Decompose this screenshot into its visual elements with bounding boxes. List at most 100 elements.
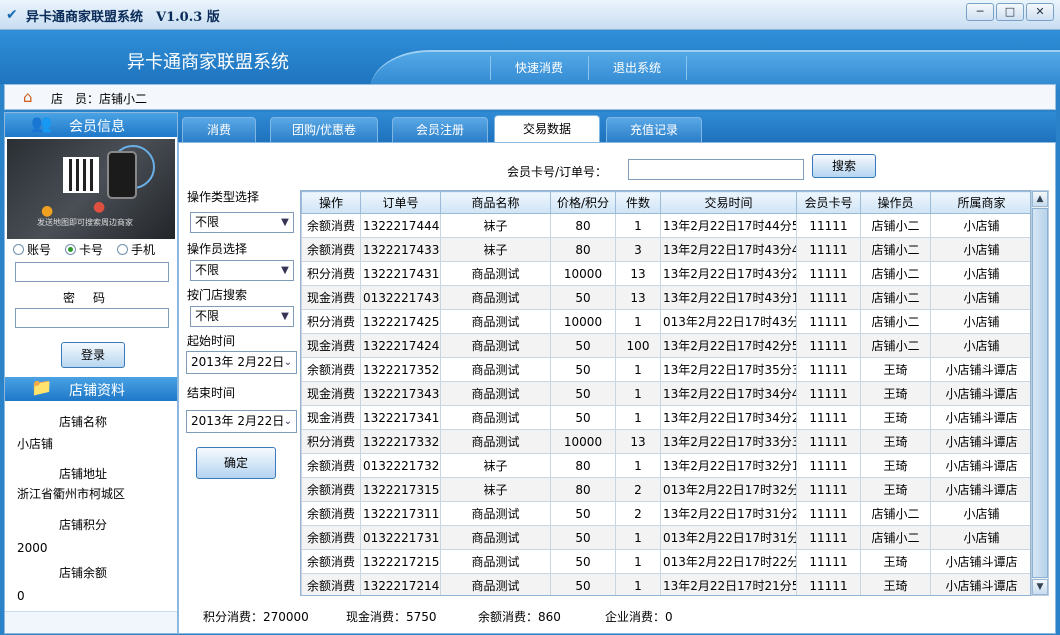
- minimize-button[interactable]: ─: [966, 3, 994, 21]
- logout-button[interactable]: 退出系统: [613, 59, 661, 76]
- home-icon[interactable]: ⌂: [23, 88, 33, 106]
- radio-dot: [117, 244, 129, 255]
- confirm-button[interactable]: 确定: [196, 447, 276, 479]
- total-points: 积分消费：270000: [203, 610, 309, 624]
- table-row[interactable]: 积分消费132221742565商品测试100001013年2月22日17时43…: [301, 309, 1030, 334]
- table-row[interactable]: 余额消费132221731178商品测试50213年2月22日17时31分211…: [301, 501, 1030, 526]
- table-cell: 13年2月22日17时43分4: [660, 237, 797, 262]
- table-cell: 积分消费: [301, 261, 361, 286]
- table-row[interactable]: 现金消费13222174243€商品测试5010013年2月22日17时42分5…: [301, 333, 1030, 358]
- table-cell: 11111: [796, 381, 861, 406]
- table-row[interactable]: 现金消费132221734177商品测试50113年2月22日17时34分211…: [301, 405, 1030, 430]
- column-header[interactable]: 交易时间: [660, 191, 797, 214]
- radio-card[interactable]: 卡号: [65, 241, 103, 258]
- table-row[interactable]: 余额消费013222173292袜子80113年2月22日17时32分11111…: [301, 453, 1030, 478]
- maximize-button[interactable]: □: [996, 3, 1024, 21]
- table-cell: 袜子: [440, 477, 551, 502]
- table-cell: 店铺小二: [860, 309, 931, 334]
- table-row[interactable]: 现金消费13222173438€商品测试50113年2月22日17时34分411…: [301, 381, 1030, 406]
- table-row[interactable]: 余额消费013222173104商品测试501013年2月22日17时31分91…: [301, 525, 1030, 550]
- table-row[interactable]: 余额消费13222174334‍2袜子80313年2月22日17时43分4111…: [301, 237, 1030, 262]
- table-cell: 余额消费: [301, 237, 361, 262]
- app-logo-icon: ✔: [6, 7, 18, 23]
- table-cell: 小店铺: [930, 525, 1030, 550]
- column-header[interactable]: 价格/积分: [550, 191, 616, 214]
- phone-icon: [107, 151, 137, 199]
- table-cell: 王琦: [860, 357, 931, 382]
- close-button[interactable]: ✕: [1026, 3, 1054, 21]
- chevron-down-icon: ⌄: [283, 357, 293, 368]
- table-row[interactable]: 余额消费13222173527€商品测试50113年2月22日17时35分311…: [301, 357, 1030, 382]
- column-header[interactable]: 操作员: [860, 191, 931, 214]
- table-cell: 80: [550, 237, 616, 262]
- table-cell: 50: [550, 333, 616, 358]
- search-input[interactable]: [628, 159, 804, 180]
- search-button[interactable]: 搜索: [812, 154, 876, 178]
- table-cell: 余额消费: [301, 501, 361, 526]
- table-cell: 1: [615, 405, 661, 430]
- table-row[interactable]: 余额消费13222172141€商品测试50113年2月22日17时21分511…: [301, 573, 1030, 595]
- tab-member-register[interactable]: 会员注册: [392, 117, 488, 142]
- qr-code-icon: [63, 157, 99, 193]
- table-row[interactable]: 积分消费132221743142商品测试100001313年2月22日17时43…: [301, 261, 1030, 286]
- op-type-select[interactable]: 不限 ▼: [190, 212, 294, 233]
- window-controls: ─ □ ✕: [964, 3, 1054, 21]
- table-scrollbar[interactable]: ▲ ▼: [1031, 190, 1049, 596]
- table-cell: 商品测试: [440, 525, 551, 550]
- table-cell: 13年2月22日17时44分51: [660, 213, 797, 238]
- tab-transactions[interactable]: 交易数据: [494, 115, 600, 142]
- column-header[interactable]: 会员卡号: [796, 191, 861, 214]
- column-header[interactable]: 所属商家: [930, 191, 1030, 214]
- table-row[interactable]: 余额消费13222172156‍2商品测试501013年2月22日17时22分5…: [301, 549, 1030, 574]
- password-input[interactable]: [15, 308, 169, 328]
- tab-groupbuy[interactable]: 团购/优惠卷: [270, 117, 378, 142]
- header-divider: [490, 56, 491, 80]
- table-cell: 013年2月22日17时31分9: [660, 525, 797, 550]
- table-cell: 小店铺: [930, 333, 1030, 358]
- tab-recharge[interactable]: 充值记录: [606, 117, 702, 142]
- table-cell: 现金消费: [301, 333, 361, 358]
- scroll-thumb[interactable]: [1032, 208, 1048, 578]
- radio-phone[interactable]: 手机: [117, 241, 155, 258]
- table-cell: 11111: [796, 573, 861, 595]
- column-header[interactable]: 商品名称: [440, 191, 551, 214]
- quick-consume-button[interactable]: 快速消费: [515, 59, 563, 76]
- store-label: 按门店搜索: [187, 288, 248, 302]
- table-cell: 商品测试: [440, 333, 551, 358]
- table-cell: 王琦: [860, 549, 931, 574]
- end-date-value: 2013年 2月22日: [191, 414, 285, 428]
- operator-select[interactable]: 不限 ▼: [190, 260, 294, 281]
- table-cell: 店铺小二: [860, 333, 931, 358]
- table-row[interactable]: 积分消费13222173328‍1商品测试100001313年2月22日17时3…: [301, 429, 1030, 454]
- column-header[interactable]: 订单号: [360, 191, 441, 214]
- store-select[interactable]: 不限 ▼: [190, 306, 294, 327]
- table-cell: 11111: [796, 357, 861, 382]
- member-id-input[interactable]: [15, 262, 169, 282]
- table-cell: 50: [550, 405, 616, 430]
- scroll-down-icon[interactable]: ▼: [1032, 579, 1048, 595]
- radio-account[interactable]: 账号: [13, 241, 51, 258]
- total-cash: 现金消费：5750: [346, 610, 437, 624]
- table-cell: 80: [550, 213, 616, 238]
- start-date-picker[interactable]: 2013年 2月22日 ⌄: [186, 351, 297, 374]
- table-cell: 13年2月22日17时32分1: [660, 453, 797, 478]
- table-cell: 13年2月22日17时31分2: [660, 501, 797, 526]
- table-cell: 13222172156‍2: [360, 549, 441, 574]
- table-row[interactable]: 余额消费13222174442€袜子80113年2月22日17时44分51111…: [301, 213, 1030, 238]
- login-button[interactable]: 登录: [61, 342, 125, 368]
- table-cell: 王琦: [860, 453, 931, 478]
- table-cell: 王琦: [860, 381, 931, 406]
- table-row[interactable]: 现金消费013222174324商品测试501313年2月22日17时43分11…: [301, 285, 1030, 310]
- table-cell: 余额消费: [301, 549, 361, 574]
- table-row[interactable]: 余额消费13222173156‍3袜子802013年2月22日17时32分511…: [301, 477, 1030, 502]
- column-header[interactable]: 件数: [615, 191, 661, 214]
- column-header[interactable]: 操作: [301, 191, 361, 214]
- scroll-up-icon[interactable]: ▲: [1032, 191, 1048, 207]
- table-cell: 王琦: [860, 429, 931, 454]
- tab-consume[interactable]: 消费: [182, 117, 256, 142]
- shop-points-value: 2000: [17, 541, 48, 555]
- total-balance: 余额消费：860: [478, 610, 561, 624]
- end-date-picker[interactable]: 2013年 2月22日 ⌄: [186, 410, 297, 433]
- table-cell: 13222173527€: [360, 357, 441, 382]
- table-cell: 小店铺斗谭店: [930, 405, 1030, 430]
